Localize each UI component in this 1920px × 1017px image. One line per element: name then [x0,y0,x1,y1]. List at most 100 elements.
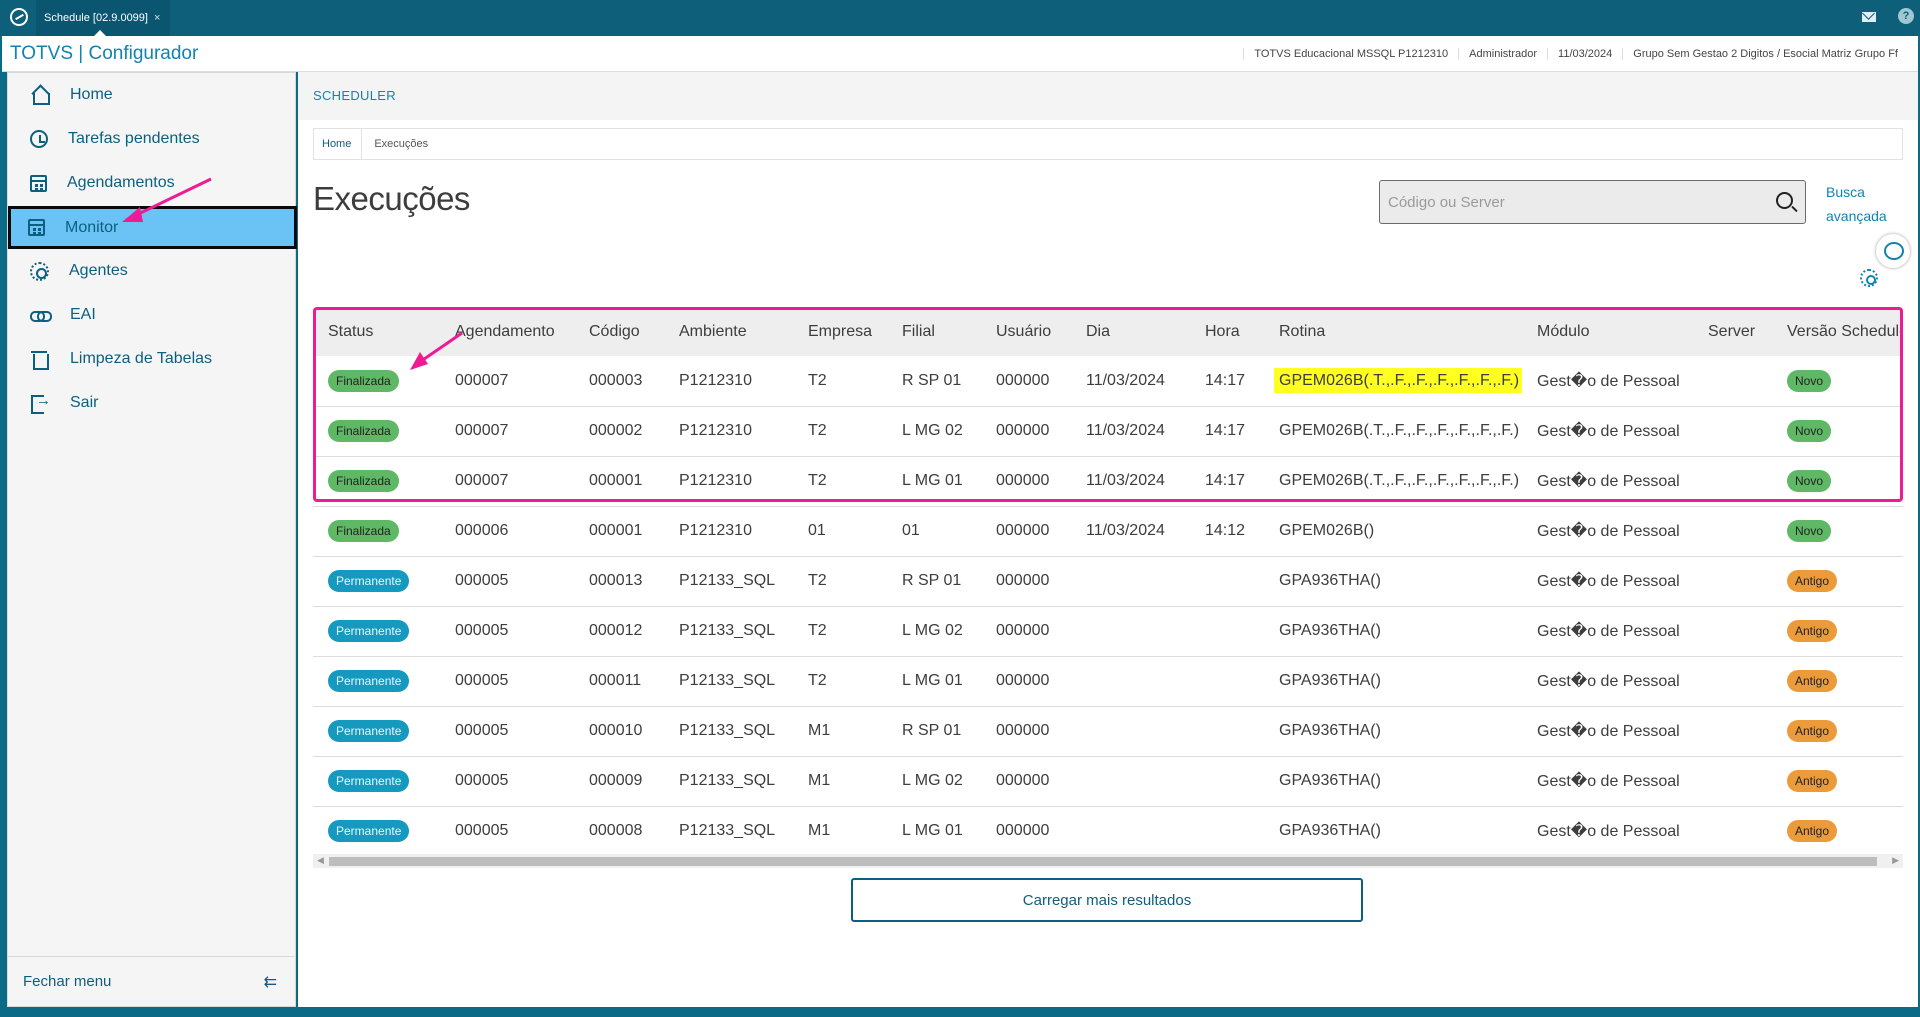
sidebar-item-eai[interactable]: EAI [10,295,295,335]
table-cell: 14:12 [1190,506,1264,556]
tab-close-icon[interactable]: × [154,12,160,24]
cell-value: R SP 01 [902,371,962,389]
scroll-left-icon[interactable]: ◀ [317,855,324,866]
collapse-menu-icon: ⇇ [263,973,277,991]
table-row[interactable]: Permanente 000005 000010 P12133_SQL M1 R SP 0… [313,706,1903,756]
sidebar-item-sair[interactable]: Sair [10,383,295,423]
version-badge: Novo [1787,420,1832,442]
table-cell [1190,756,1264,806]
table-cell: 000000 [981,506,1071,556]
search-input[interactable] [1380,181,1750,223]
table-cell [1693,806,1772,856]
column-header[interactable]: Agendamento [440,308,574,356]
table-row[interactable]: Permanente 000005 000009 P12133_SQL M1 L MG 0… [313,756,1903,806]
load-more-button[interactable]: Carregar mais resultados [851,878,1363,922]
column-header[interactable]: Usuário [981,308,1071,356]
sidebar-item-agendamentos[interactable]: Agendamentos [10,163,295,203]
header-user: Administrador [1458,48,1547,60]
close-menu-button[interactable]: Fechar menu ⇇ [8,956,295,1006]
column-header[interactable]: Filial [887,308,981,356]
table-cell: M1 [793,756,887,806]
table-cell: GPA936THA() [1264,606,1522,656]
table-cell: 000005 [440,706,574,756]
column-header[interactable]: Server [1693,308,1772,356]
column-header[interactable]: Módulo [1522,308,1693,356]
table-cell: L MG 01 [887,806,981,856]
table-cell: 000007 [440,356,574,406]
table-row[interactable]: Finalizada 000007 000002 P1212310 T2 L MG 02 0… [313,406,1903,456]
table-row[interactable]: Finalizada 000007 000003 P1212310 T2 R SP 01 0… [313,356,1903,406]
column-header[interactable]: Dia [1071,308,1190,356]
trash-icon [30,349,50,370]
column-header[interactable]: Hora [1190,308,1264,356]
column-header[interactable]: Código [574,308,664,356]
table-cell: 000013 [574,556,664,606]
cell-value: 000005 [455,722,509,739]
cell-value: Gest�o de Pessoal [1537,723,1680,740]
table-row[interactable]: Permanente 000005 000011 P12133_SQL T2 L MG 0… [313,656,1903,706]
table-cell: GPEM026B(.T.,.F.,.F.,.F.,.F.,.F.,.F.) [1264,406,1522,456]
cell-value: GPEM026B(.T.,.F.,.F.,.F.,.F.,.F.,.F.) [1279,472,1520,489]
column-header[interactable]: Versão Scheduler [1772,308,1903,356]
table-cell: GPEM026B() [1264,506,1522,556]
cell-value: 000007 [455,371,509,389]
sidebar-item-tarefas-pendentes[interactable]: Tarefas pendentes [10,119,295,159]
sidebar-item-limpeza-de-tabelas[interactable]: Limpeza de Tabelas [10,339,295,379]
horizontal-scrollbar[interactable]: ◀ ▶ [313,854,1903,868]
main-content: SCHEDULER Home Execuções Execuções Busca… [298,72,1918,1007]
table-row[interactable]: Finalizada 000006 000001 P1212310 01 01 000000… [313,506,1903,556]
breadcrumb-home-link[interactable]: Home [314,129,363,159]
table-cell: Permanente [313,756,440,806]
scroll-right-icon[interactable]: ▶ [1892,855,1899,866]
status-badge: Permanente [328,670,410,692]
table-cell: 000005 [440,756,574,806]
column-header[interactable]: Rotina [1264,308,1522,356]
cell-value: R SP 01 [902,572,962,589]
scrollbar-thumb[interactable] [329,857,1877,866]
version-badge: Antigo [1787,820,1838,842]
advanced-search-link[interactable]: Busca avançada [1826,180,1896,228]
table-cell [1693,506,1772,556]
version-badge: Antigo [1787,770,1838,792]
brand-title[interactable]: TOTVS | Configurador [10,43,198,65]
cell-value: 000000 [996,622,1050,639]
cell-value: 000000 [996,522,1050,539]
table-cell: Gest�o de Pessoal [1522,456,1693,506]
help-icon[interactable]: ? [1898,8,1914,24]
page-title: Execuções [313,180,470,217]
column-header[interactable]: Ambiente [664,308,793,356]
table-cell: L MG 02 [887,406,981,456]
table-cell: P1212310 [664,456,793,506]
table-row[interactable]: Permanente 000005 000008 P12133_SQL M1 L MG 0… [313,806,1903,856]
cell-value: T2 [808,572,827,589]
column-header[interactable]: Empresa [793,308,887,356]
table-row[interactable]: Permanente 000005 000013 P12133_SQL T2 R SP 0… [313,556,1903,606]
table-cell: Antigo [1772,556,1903,606]
table-cell [1190,606,1264,656]
close-menu-label: Fechar menu [23,973,112,990]
cell-value: 000000 [996,472,1050,489]
sidebar-item-agentes[interactable]: Agentes [10,251,295,291]
cell-value: 000001 [589,472,643,489]
table-cell: T2 [793,656,887,706]
table-cell: Finalizada [313,356,440,406]
table-settings-icon[interactable] [1860,269,1878,287]
app-logo-icon[interactable] [10,8,28,26]
column-header[interactable]: Status [313,308,440,356]
version-badge: Novo [1787,520,1832,542]
window-tab[interactable]: Schedule [02.9.0099] × [36,0,171,36]
sidebar-item-home[interactable]: Home [10,75,295,115]
search-icon[interactable] [1776,192,1793,209]
sidebar-item-monitor[interactable]: Monitor [8,206,297,249]
table-row[interactable]: Finalizada 000007 000001 P1212310 T2 L MG 01 0… [313,456,1903,506]
table-cell: P12133_SQL [664,656,793,706]
section-label: SCHEDULER [313,88,396,103]
table-cell: Finalizada [313,406,440,456]
cell-value: Gest�o de Pessoal [1537,673,1680,690]
table-cell: P12133_SQL [664,806,793,856]
mail-icon[interactable] [1862,12,1876,22]
chat-assistant-icon[interactable] [1876,234,1910,268]
table-row[interactable]: Permanente 000005 000012 P12133_SQL T2 L MG 0… [313,606,1903,656]
table-cell: Novo [1772,356,1903,406]
cell-value: GPEM026B() [1279,522,1375,539]
